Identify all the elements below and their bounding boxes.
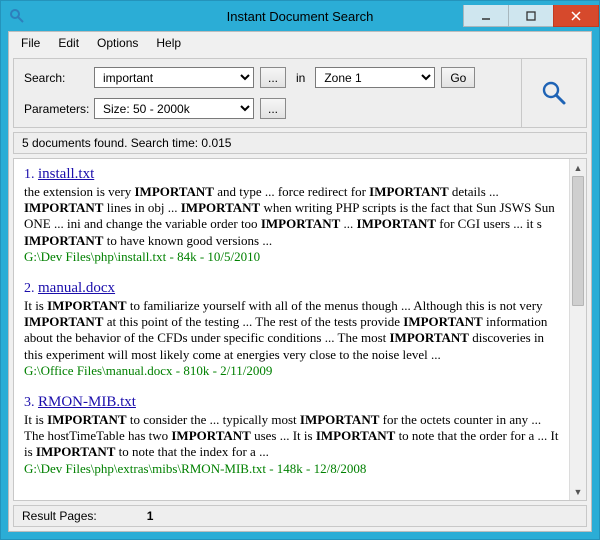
- result-item: 2. manual.docx It is IMPORTANT to familia…: [24, 279, 559, 379]
- page-number[interactable]: 1: [147, 509, 154, 523]
- titlebar[interactable]: Instant Document Search: [1, 1, 599, 31]
- result-number: 3.: [24, 395, 38, 410]
- window-controls: [464, 5, 599, 27]
- result-title-link[interactable]: manual.docx: [38, 280, 115, 296]
- result-snippet: It is IMPORTANT to familiarize yourself …: [24, 298, 559, 363]
- search-panel: Search: important ... in Zone 1 Go Param…: [13, 58, 587, 128]
- result-title-link[interactable]: RMON-MIB.txt: [38, 394, 136, 410]
- result-snippet: the extension is very IMPORTANT and type…: [24, 184, 559, 249]
- search-fields: Search: important ... in Zone 1 Go Param…: [24, 67, 511, 119]
- minimize-button[interactable]: [463, 5, 509, 27]
- parameters-select[interactable]: Size: 50 - 2000k: [94, 98, 254, 119]
- search-label: Search:: [24, 71, 94, 85]
- result-item: 1. install.txt the extension is very IMPO…: [24, 165, 559, 265]
- status-text: 5 documents found. Search time: 0.015: [22, 136, 231, 150]
- result-item: 3. RMON-MIB.txt It is IMPORTANT to consid…: [24, 393, 559, 477]
- result-pages-label: Result Pages:: [22, 509, 97, 523]
- parameters-browse-button[interactable]: ...: [260, 98, 286, 119]
- menu-options[interactable]: Options: [89, 34, 146, 52]
- scrollbar[interactable]: ▲ ▼: [569, 159, 586, 500]
- result-number: 2.: [24, 281, 38, 296]
- search-input[interactable]: important: [94, 67, 254, 88]
- magnify-icon: [532, 80, 576, 106]
- result-meta: G:\Dev Files\php\extras\mibs\RMON-MIB.tx…: [24, 461, 559, 477]
- results-container: 1. install.txt the extension is very IMPO…: [13, 158, 587, 501]
- menu-help[interactable]: Help: [148, 34, 189, 52]
- scroll-down-icon[interactable]: ▼: [570, 483, 586, 500]
- close-button[interactable]: [553, 5, 599, 27]
- result-snippet: It is IMPORTANT to consider the ... typi…: [24, 412, 559, 461]
- status-bar: 5 documents found. Search time: 0.015: [13, 132, 587, 154]
- result-title-link[interactable]: install.txt: [38, 166, 94, 182]
- scroll-thumb[interactable]: [572, 176, 584, 306]
- client-area: File Edit Options Help Search: important…: [8, 31, 592, 532]
- zone-select[interactable]: Zone 1: [315, 67, 435, 88]
- menu-file[interactable]: File: [13, 34, 48, 52]
- results-list[interactable]: 1. install.txt the extension is very IMPO…: [14, 159, 569, 500]
- result-number: 1.: [24, 167, 38, 182]
- app-window: Instant Document Search File Edit Option…: [0, 0, 600, 540]
- app-icon: [9, 8, 25, 24]
- menu-edit[interactable]: Edit: [50, 34, 87, 52]
- go-button[interactable]: Go: [441, 67, 475, 88]
- parameters-label: Parameters:: [24, 102, 94, 116]
- search-browse-button[interactable]: ...: [260, 67, 286, 88]
- result-meta: G:\Office Files\manual.docx - 810k - 2/1…: [24, 363, 559, 379]
- in-label: in: [292, 71, 309, 85]
- maximize-button[interactable]: [508, 5, 554, 27]
- footer-bar: Result Pages: 1: [13, 505, 587, 527]
- result-meta: G:\Dev Files\php\install.txt - 84k - 10/…: [24, 249, 559, 265]
- menubar: File Edit Options Help: [9, 32, 591, 54]
- scroll-up-icon[interactable]: ▲: [570, 159, 586, 176]
- separator: [521, 59, 522, 127]
